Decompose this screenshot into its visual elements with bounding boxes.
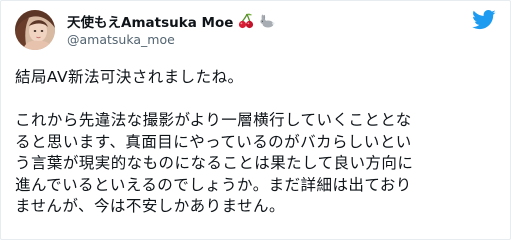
display-name-row: 天使もえAmatsuka Moe — [67, 11, 447, 31]
twitter-bird-icon[interactable] — [472, 10, 496, 30]
tweet-line: ませんが、今は不安しかありません。 — [15, 197, 285, 215]
display-name[interactable]: 天使もえAmatsuka Moe — [67, 11, 233, 31]
tweet-line: 進んでいるといえるのでしょうか。まだ詳細は出ており — [15, 175, 412, 194]
avatar-image — [15, 10, 55, 50]
tweet-card: 天使もえAmatsuka Moe @amatsuka_moe 結局AV新法可決さ… — [0, 0, 511, 240]
tweet-line: 結局AV新法可決されましたね。 — [15, 68, 244, 86]
user-handle[interactable]: @amatsuka_moe — [67, 32, 447, 47]
tweet-text: 結局AV新法可決されましたね。 これから先違法な撮影がより一層横行していくことと… — [15, 67, 505, 218]
rabbit-emoji — [259, 13, 275, 29]
tweet-line: これから先違法な撮影がより一層横行していくこととな — [15, 111, 412, 129]
avatar[interactable] — [15, 10, 55, 50]
cherries-emoji — [238, 13, 254, 29]
tweet-header: 天使もえAmatsuka Moe @amatsuka_moe — [15, 10, 500, 50]
user-name-block: 天使もえAmatsuka Moe @amatsuka_moe — [67, 12, 447, 47]
tweet-line: ると思います、真面目にやっているのがバカらしいとい — [15, 132, 412, 151]
tweet-line: う言葉が現実的なものになることは果たして良い方向に — [15, 154, 414, 172]
